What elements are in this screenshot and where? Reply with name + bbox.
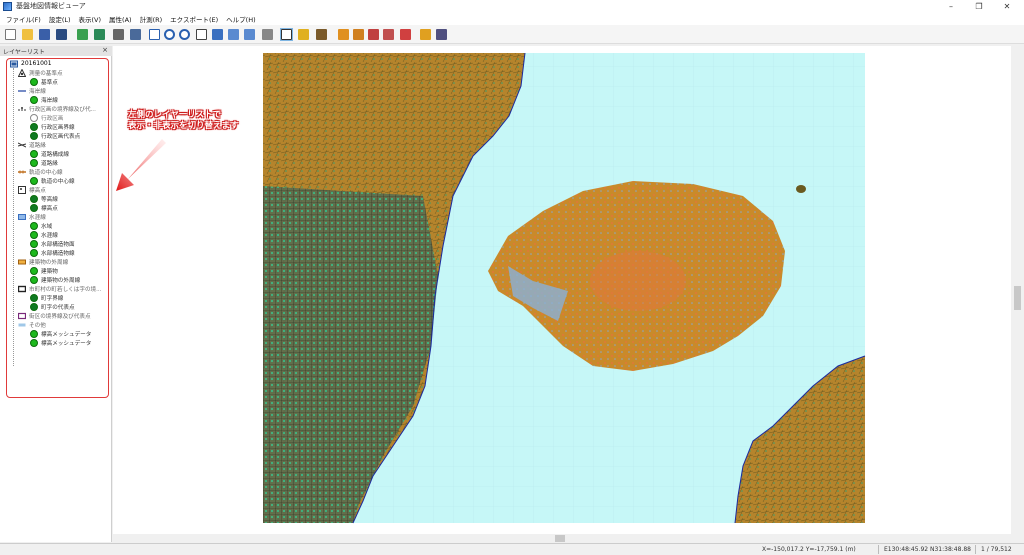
flag2-icon[interactable] (352, 28, 365, 41)
menu-export[interactable]: エクスポート(E) (166, 14, 222, 24)
menu-view[interactable]: 表示(V) (75, 14, 106, 24)
paint-icon[interactable] (315, 28, 328, 41)
status-scale: 1 / 79,512 (981, 546, 1012, 553)
panel-close-icon[interactable]: × (102, 46, 108, 54)
close-button[interactable]: ✕ (994, 0, 1020, 12)
layer-panel-title-text: レイヤーリスト (3, 48, 45, 56)
volcano-summit (590, 251, 686, 311)
menu-attribute[interactable]: 属性(A) (105, 14, 136, 24)
layer-panel-title: レイヤーリスト × (0, 46, 112, 56)
horizontal-scrollbar[interactable] (113, 534, 1011, 543)
fit-icon[interactable] (148, 28, 161, 41)
zoom-out-icon[interactable] (178, 28, 191, 41)
flag4-icon[interactable] (382, 28, 395, 41)
zoom-in-icon[interactable] (163, 28, 176, 41)
open-icon[interactable] (21, 28, 34, 41)
layer-list-highlight (6, 58, 109, 398)
annotation-text: 左側のレイヤーリストで 表示・非表示を切り替えます (128, 110, 239, 131)
title-bar: 基盤地図情報ビューア (0, 0, 1024, 12)
save-icon[interactable] (38, 28, 51, 41)
new-icon[interactable] (4, 28, 17, 41)
export-icon[interactable] (76, 28, 89, 41)
horizontal-scroll-thumb[interactable] (555, 535, 565, 542)
status-latlon: E130:48:45.92 N31:38:48.88 (884, 546, 971, 553)
print-icon[interactable] (112, 28, 125, 41)
flag-icon[interactable] (337, 28, 350, 41)
status-xy: X=-150,017.2 Y=-17,759.1 (m) (762, 546, 856, 553)
status-separator (975, 545, 976, 554)
menu-help[interactable]: ヘルプ(H) (222, 14, 259, 24)
help-icon[interactable] (419, 28, 432, 41)
pan-icon[interactable] (211, 28, 224, 41)
menu-measure[interactable]: 計測(R) (136, 14, 167, 24)
print-preview-icon[interactable] (129, 28, 142, 41)
measure-icon[interactable] (261, 28, 274, 41)
select-icon[interactable] (280, 28, 293, 41)
status-bar: X=-150,017.2 Y=-17,759.1 (m) E130:48:45.… (0, 543, 1024, 555)
window-title: 基盤地図情報ビューア (16, 2, 86, 10)
app-icon (3, 1, 12, 11)
status-separator (878, 545, 879, 554)
forward-icon[interactable] (243, 28, 256, 41)
zoom-window-icon[interactable] (195, 28, 208, 41)
minimize-button[interactable]: – (938, 0, 964, 12)
menu-settings[interactable]: 設定(L) (45, 14, 75, 24)
annotation-arrow-icon (116, 139, 166, 191)
layer-icon[interactable] (297, 28, 310, 41)
islet (796, 185, 806, 193)
menu-bar: ファイル(F) 設定(L) 表示(V) 属性(A) 計測(R) エクスポート(E… (0, 12, 1024, 25)
vertical-scrollbar[interactable] (1011, 46, 1024, 534)
map-icon[interactable] (93, 28, 106, 41)
pointer-help-icon[interactable] (435, 28, 448, 41)
back-icon[interactable] (227, 28, 240, 41)
sheet-icon[interactable] (399, 28, 412, 41)
vertical-scroll-thumb[interactable] (1014, 286, 1021, 310)
save-as-icon[interactable] (55, 28, 68, 41)
maximize-button[interactable]: ❐ (966, 0, 992, 12)
toolbar (0, 25, 1024, 44)
menu-file[interactable]: ファイル(F) (2, 14, 45, 24)
flag3-icon[interactable] (367, 28, 380, 41)
